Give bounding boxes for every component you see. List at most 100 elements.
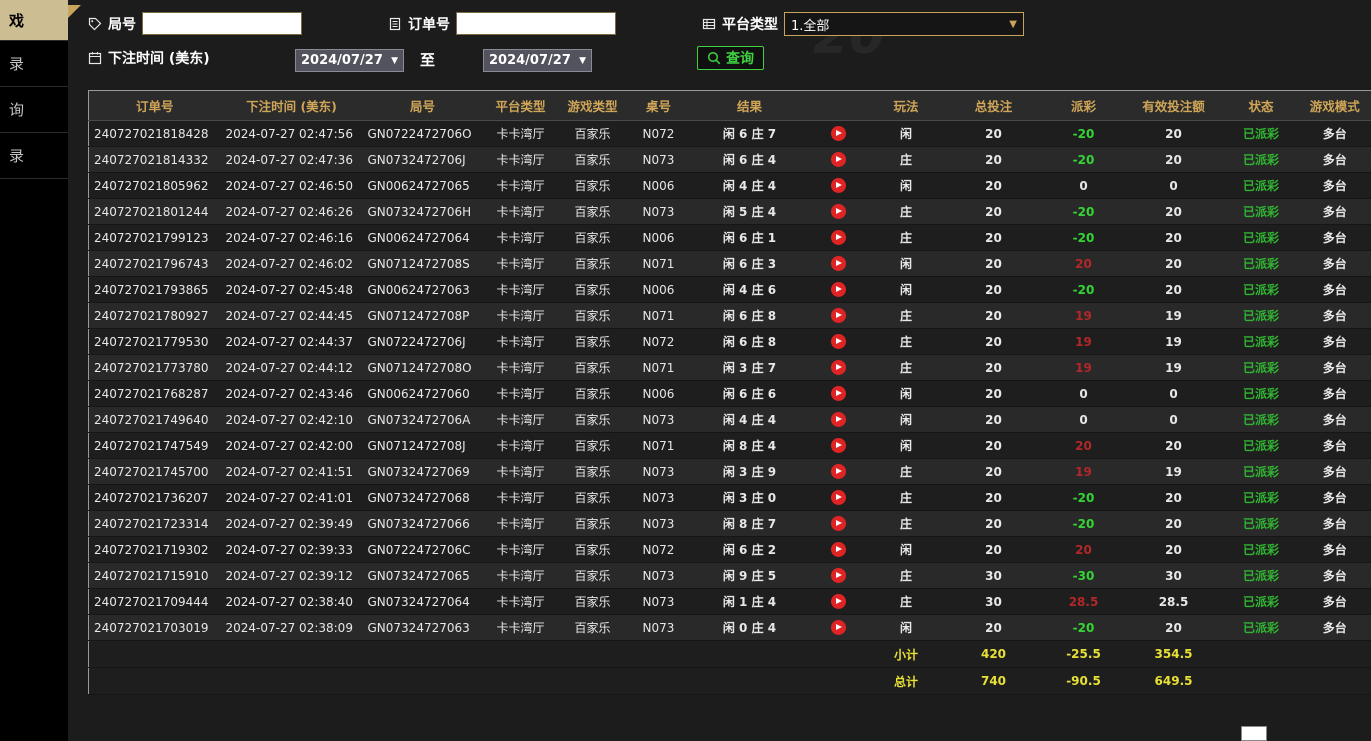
query-button[interactable]: 查询 xyxy=(697,46,764,70)
cell-replay xyxy=(809,459,869,485)
cell-order: 240727021814332 xyxy=(89,147,221,173)
date-to-select[interactable]: 2024/07/27 ▼ xyxy=(483,49,592,72)
cell-valid_bet: 20 xyxy=(1124,433,1224,459)
replay-icon[interactable] xyxy=(831,464,846,479)
table-row: 2407270217475492024-07-27 02:42:00GN0712… xyxy=(89,433,1371,459)
cell-valid_bet: 19 xyxy=(1124,355,1224,381)
cell-replay xyxy=(809,381,869,407)
cell-order: 240727021723314 xyxy=(89,511,221,537)
cell-total_bet: 20 xyxy=(944,381,1044,407)
cell-time: 2024-07-27 02:43:46 xyxy=(221,381,363,407)
app-root: 戏录询录 20 局号 订单号 平台类型 1.全部 ▼ xyxy=(0,0,1371,741)
cell-time: 2024-07-27 02:42:00 xyxy=(221,433,363,459)
cell-game: 百家乐 xyxy=(559,459,627,485)
cell-replay xyxy=(809,563,869,589)
cell-status: 已派彩 xyxy=(1224,277,1299,303)
cell-time: 2024-07-27 02:38:40 xyxy=(221,589,363,615)
cell-platform: 卡卡湾厅 xyxy=(483,459,559,485)
replay-icon[interactable] xyxy=(831,204,846,219)
round-filter: 局号 xyxy=(88,12,302,35)
cell-valid_bet: 20 xyxy=(1124,121,1224,147)
cell-platform: 卡卡湾厅 xyxy=(483,563,559,589)
cell-play: 闲 xyxy=(869,381,944,407)
sidebar: 戏录询录 xyxy=(0,0,68,741)
date-from-wrap: 2024/07/27 ▼ xyxy=(295,49,404,72)
cell-game: 百家乐 xyxy=(559,433,627,459)
cell-table_no: N006 xyxy=(627,225,691,251)
cell-play: 闲 xyxy=(869,277,944,303)
cell-table_no: N072 xyxy=(627,121,691,147)
sidebar-item[interactable]: 戏 xyxy=(0,0,68,41)
replay-icon[interactable] xyxy=(831,516,846,531)
cell-replay xyxy=(809,199,869,225)
cell-order: 240727021747549 xyxy=(89,433,221,459)
cell-time: 2024-07-27 02:39:33 xyxy=(221,537,363,563)
cell-sum: 740 xyxy=(944,668,1044,695)
cell-play: 庄 xyxy=(869,459,944,485)
replay-icon[interactable] xyxy=(831,256,846,271)
cell-play: 闲 xyxy=(869,433,944,459)
cell-sum xyxy=(1299,641,1371,668)
platform-select[interactable]: 1.全部 ▼ xyxy=(784,12,1024,36)
cell-status: 已派彩 xyxy=(1224,355,1299,381)
replay-icon[interactable] xyxy=(831,308,846,323)
table-row: 2407270217193022024-07-27 02:39:33GN0722… xyxy=(89,537,1371,563)
replay-icon[interactable] xyxy=(831,386,846,401)
cell-order: 240727021801244 xyxy=(89,199,221,225)
replay-icon[interactable] xyxy=(831,620,846,635)
replay-icon[interactable] xyxy=(831,334,846,349)
cell-sum: -25.5 xyxy=(1044,641,1124,668)
replay-icon[interactable] xyxy=(831,282,846,297)
cell-sum: 420 xyxy=(944,641,1044,668)
replay-icon[interactable] xyxy=(831,594,846,609)
cell-mode: 多台 xyxy=(1299,225,1371,251)
cell-game: 百家乐 xyxy=(559,589,627,615)
round-label: 局号 xyxy=(108,14,136,34)
replay-icon[interactable] xyxy=(831,412,846,427)
replay-icon[interactable] xyxy=(831,360,846,375)
cell-order: 240727021779530 xyxy=(89,329,221,355)
cell-status: 已派彩 xyxy=(1224,485,1299,511)
cell-payout: 19 xyxy=(1044,303,1124,329)
cell-result: 闲 6 庄 1 xyxy=(691,225,809,251)
column-header: 平台类型 xyxy=(483,91,559,121)
cell-result: 闲 3 庄 7 xyxy=(691,355,809,381)
cell-round: GN07324727065 xyxy=(363,563,483,589)
round-input[interactable] xyxy=(142,12,302,35)
sidebar-item[interactable]: 录 xyxy=(0,133,68,179)
order-input[interactable] xyxy=(456,12,616,35)
cell-round: GN00624727060 xyxy=(363,381,483,407)
replay-icon[interactable] xyxy=(831,152,846,167)
replay-icon[interactable] xyxy=(831,126,846,141)
replay-icon[interactable] xyxy=(831,568,846,583)
cell-payout: -20 xyxy=(1044,511,1124,537)
chevron-down-icon: ▼ xyxy=(579,56,586,66)
cell-time: 2024-07-27 02:46:50 xyxy=(221,173,363,199)
cell-result: 闲 6 庄 3 xyxy=(691,251,809,277)
cell-total_bet: 20 xyxy=(944,173,1044,199)
cell-replay xyxy=(809,121,869,147)
replay-icon[interactable] xyxy=(831,490,846,505)
bets-table: 订单号下注时间 (美东)局号平台类型游戏类型桌号结果玩法总投注派彩有效投注额状态… xyxy=(88,90,1371,695)
cell-play: 庄 xyxy=(869,199,944,225)
cell-valid_bet: 0 xyxy=(1124,407,1224,433)
cell-round: GN0732472706J xyxy=(363,147,483,173)
sidebar-item[interactable]: 询 xyxy=(0,87,68,133)
cell-replay xyxy=(809,355,869,381)
pagination-stub[interactable] xyxy=(1241,726,1267,741)
replay-icon[interactable] xyxy=(831,438,846,453)
cell-status: 已派彩 xyxy=(1224,147,1299,173)
cell-status: 已派彩 xyxy=(1224,381,1299,407)
date-from-select[interactable]: 2024/07/27 ▼ xyxy=(295,49,404,72)
cell-status: 已派彩 xyxy=(1224,251,1299,277)
cell-time: 2024-07-27 02:47:56 xyxy=(221,121,363,147)
replay-icon[interactable] xyxy=(831,178,846,193)
cell-order: 240727021745700 xyxy=(89,459,221,485)
cell-game: 百家乐 xyxy=(559,121,627,147)
to-label-wrap: 至 xyxy=(420,49,435,70)
replay-icon[interactable] xyxy=(831,230,846,245)
sidebar-item[interactable]: 录 xyxy=(0,41,68,87)
cell-table_no: N073 xyxy=(627,459,691,485)
cell-result: 闲 6 庄 7 xyxy=(691,121,809,147)
replay-icon[interactable] xyxy=(831,542,846,557)
